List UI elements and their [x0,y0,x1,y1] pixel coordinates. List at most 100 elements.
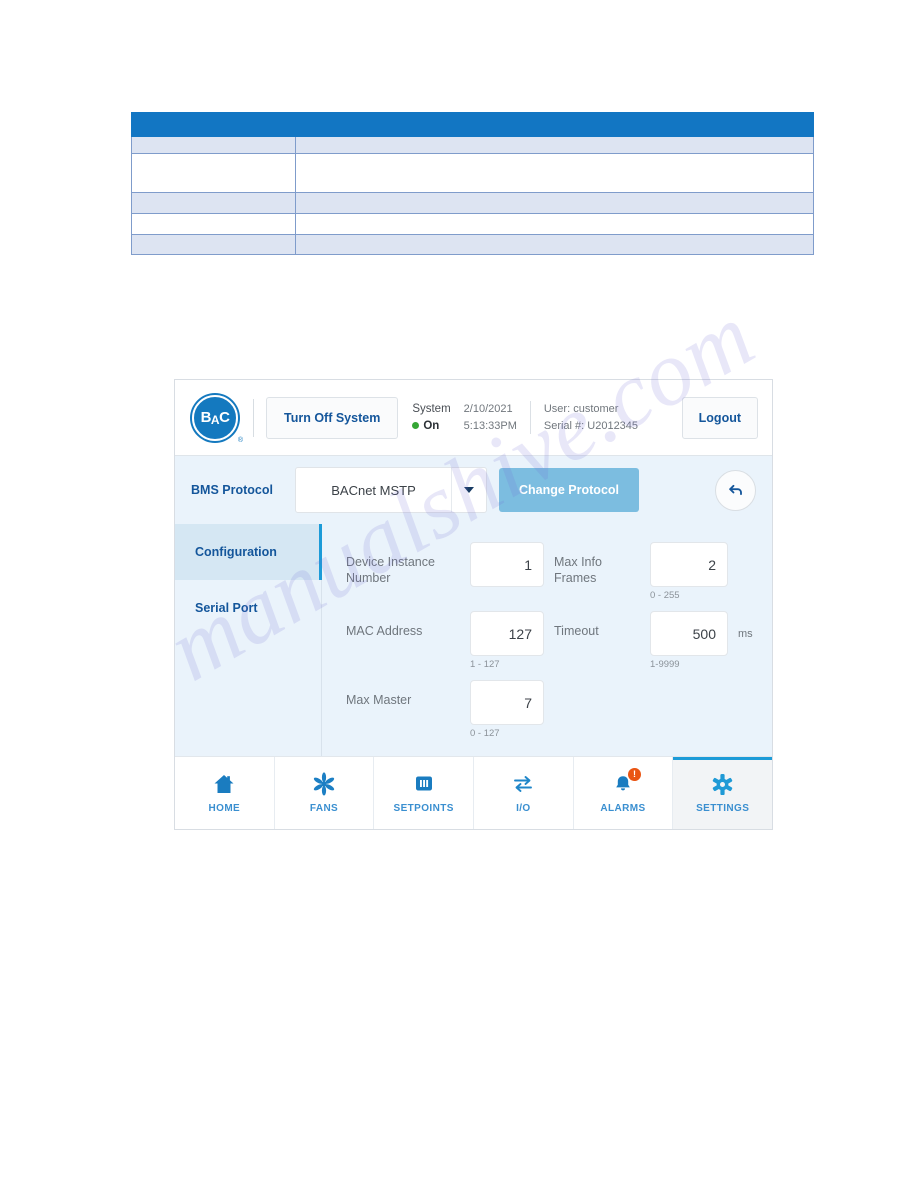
bms-protocol-selected-value: BACnet MSTP [331,482,416,498]
bac-logo: BAC ® [189,392,243,444]
table-cell [295,192,814,214]
table-cell [295,213,814,235]
settings-side-tabs: Configuration Serial Port [175,524,322,756]
fan-icon [312,772,336,796]
sidebar-item-serial-port[interactable]: Serial Port [175,580,321,636]
undo-arrow-icon[interactable] [715,469,756,511]
device-instance-number-label: Device Instance Number [346,555,435,586]
system-status-text: On [423,419,440,432]
mac-address-cell: 127 1 - 127 [470,611,544,671]
table-header-cell-1 [131,112,296,137]
table-cell [131,213,296,235]
logo-letter-c: C [219,408,230,426]
status-dot-icon [412,422,420,430]
timeout-label: Timeout [554,624,599,638]
nav-label-alarms: ALARMS [600,803,646,814]
table-cell [131,136,296,154]
max-master-hint: 0 - 127 [470,728,500,739]
max-info-frames-hint: 0 - 255 [650,590,680,601]
logo-circle: BAC [192,394,238,441]
bottom-navigation: HOME FANS SETPOINTS I/O ! ALARMS SETTING… [175,756,773,829]
table-row [131,153,814,193]
mac-address-label: MAC Address [346,624,423,638]
bms-protocol-row: BMS Protocol BACnet MSTP Change Protocol [175,456,772,524]
max-info-frames-unit [738,542,766,559]
nav-label-fans: FANS [309,803,339,814]
nav-item-setpoints[interactable]: SETPOINTS [374,757,475,829]
timeout-cell: 500 1-9999 [650,611,728,671]
device-instance-number-input[interactable]: 1 [470,542,544,587]
nav-item-home[interactable]: HOME [175,757,275,829]
table-cell [295,153,814,193]
document-table [131,112,814,255]
user-meta-block: User: customer Serial #: U2012345 [529,401,639,434]
mac-address-hint: 1 - 127 [470,659,500,670]
nav-label-settings: SETTINGS [696,803,750,814]
logo-label: BAC [201,410,230,426]
max-master-label: Max Master [346,693,412,707]
logout-button[interactable]: Logout [681,396,758,439]
datetime-block: 2/10/2021 5:13:33PM [464,401,517,434]
gear-icon [711,772,734,796]
table-header-row [131,112,814,137]
nav-item-fans[interactable]: FANS [274,757,375,829]
bms-protocol-label: BMS Protocol [191,483,273,497]
table-row [131,234,814,255]
timeout-hint: 1-9999 [650,659,680,670]
table-cell [295,136,814,154]
max-info-frames-cell: 2 0 - 255 [650,542,728,602]
logo-letter-a: A [210,412,220,427]
turn-off-system-button[interactable]: Turn Off System [266,396,399,439]
table-row [131,192,814,214]
timeout-input[interactable]: 500 [650,611,728,656]
home-icon [212,772,236,796]
max-info-frames-input[interactable]: 2 [650,542,728,587]
hmi-header: BAC ® Turn Off System System On 2/10/202… [175,380,772,456]
bms-protocol-select[interactable]: BACnet MSTP [295,467,487,513]
max-master-input[interactable]: 7 [470,680,544,725]
user-text: User: customer [543,403,619,415]
serial-text: Serial #: U2012345 [543,419,639,432]
device-instance-number-cell: 1 [470,542,544,602]
mac-address-input[interactable]: 127 [470,611,544,656]
header-divider [253,398,254,437]
table-header-cell-2 [295,112,814,137]
table-row [131,213,814,235]
registered-mark: ® [237,436,243,444]
device-instance-number-hint [470,590,544,602]
nav-item-io[interactable]: I/O [474,757,574,829]
max-master-cell: 7 0 - 127 [470,680,544,740]
alarm-bell-icon: ! [612,768,642,796]
sidebar-item-configuration[interactable]: Configuration [175,524,322,580]
table-cell [131,234,296,255]
table-cell [131,153,296,193]
nav-item-settings[interactable]: SETTINGS [673,757,773,829]
change-protocol-button[interactable]: Change Protocol [499,468,640,512]
nav-item-alarms[interactable]: ! ALARMS [573,757,674,829]
caret-triangle [464,487,474,493]
table-cell [295,234,814,255]
hmi-body: Configuration Serial Port Device Instanc… [175,524,772,756]
nav-label-setpoints: SETPOINTS [393,803,454,814]
sidebar-item-label: Serial Port [195,601,258,615]
io-arrows-icon [511,772,535,796]
table-cell [131,192,296,214]
logo-letter-b: B [200,408,212,426]
sidebar-item-label: Configuration [195,545,277,559]
max-info-frames-label: Max Info Frames [554,555,602,586]
timeout-unit: ms [738,628,753,640]
hmi-panel: BAC ® Turn Off System System On 2/10/202… [174,379,773,830]
chevron-down-icon[interactable] [451,468,486,512]
system-status: System On [412,401,451,435]
table-row [131,136,814,154]
alarm-badge: ! [628,768,642,781]
date-text: 2/10/2021 [463,403,513,415]
time-text: 5:13:33PM [463,419,517,432]
form-row-spacer [346,671,766,680]
system-status-value: On [412,418,450,435]
configuration-form: Device Instance Number 1 Max Info Frames… [322,524,780,756]
system-status-label: System [412,402,451,415]
nav-label-home: HOME [208,803,241,814]
nav-label-io: I/O [516,803,531,814]
setpoints-icon [413,772,435,796]
